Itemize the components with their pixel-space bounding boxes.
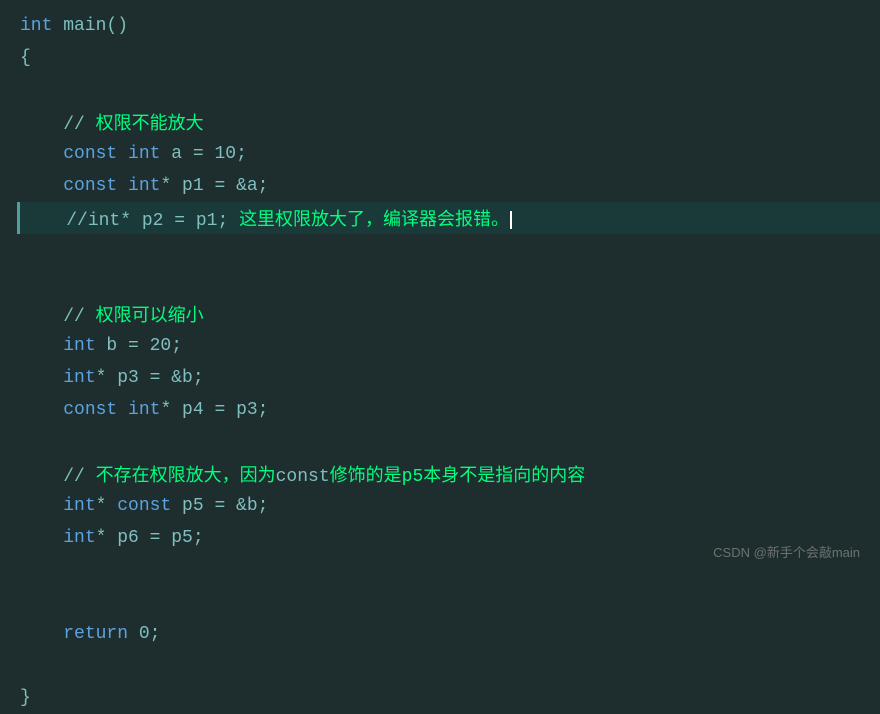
code-line-5: const int a = 10; <box>20 138 880 170</box>
code-line-15: // 不存在权限放大，因为const修饰的是p5本身不是指向的内容 <box>20 458 880 490</box>
code-token-comment-sym: // <box>63 307 95 327</box>
watermark: CSDN @新手个会敲main <box>713 542 860 561</box>
code-token-kw: int <box>128 400 160 420</box>
line-content-5: const int a = 10; <box>20 144 247 164</box>
code-token-plain: * <box>96 496 118 516</box>
code-line-4: // 权限不能放大 <box>20 106 880 138</box>
code-token-plain: * p6 = p5; <box>96 528 204 548</box>
line-content-12: int* p3 = &b; <box>20 368 204 388</box>
code-token-plain: * p3 = &b; <box>96 368 204 388</box>
code-token-kw: int <box>63 528 95 548</box>
code-token-plain: int* p2 = p1; <box>88 211 239 231</box>
code-token-plain: b = 20; <box>96 336 182 356</box>
code-line-10: // 权限可以缩小 <box>20 298 880 330</box>
code-token-plain <box>20 400 63 420</box>
code-token-plain: * p1 = &a; <box>160 176 268 196</box>
line-content-16: int* const p5 = &b; <box>20 496 268 516</box>
code-token-plain <box>117 400 128 420</box>
code-token-plain <box>20 496 63 516</box>
code-editor: int main(){ // 权限不能放大 const int a = 10; … <box>0 0 880 573</box>
code-line-11: int b = 20; <box>20 330 880 362</box>
code-line-12: int* p3 = &b; <box>20 362 880 394</box>
code-token-comment-text: 权限可以缩小 <box>96 307 204 327</box>
code-token-plain <box>20 144 63 164</box>
code-token-plain: p5 = &b; <box>171 496 268 516</box>
code-line-19 <box>20 586 880 618</box>
line-content-13: const int* p4 = p3; <box>20 400 268 420</box>
code-token-comment-sym: // <box>63 467 95 487</box>
code-token-plain: 0; <box>128 624 160 644</box>
code-lines: int main(){ // 权限不能放大 const int a = 10; … <box>20 10 880 714</box>
code-token-kw: int <box>128 176 160 196</box>
code-line-20: return 0; <box>20 618 880 650</box>
line-content-20: return 0; <box>20 624 160 644</box>
code-token-kw: const <box>63 176 117 196</box>
code-line-2: { <box>20 42 880 74</box>
code-token-comment-text: 这里权限放大了，编译器会报错。 <box>239 211 509 231</box>
code-token-plain: * p4 = p3; <box>160 400 268 420</box>
code-line-21 <box>20 650 880 682</box>
code-token-kw: const <box>117 496 171 516</box>
text-cursor <box>510 211 512 229</box>
code-token-plain <box>20 528 63 548</box>
code-token-plain: { <box>20 48 31 68</box>
code-token-plain <box>20 115 63 135</box>
code-line-6: const int* p1 = &a; <box>20 170 880 202</box>
code-token-kw: int <box>128 144 160 164</box>
line-content-1: int main() <box>20 16 128 36</box>
line-content-4: // 权限不能放大 <box>20 109 204 135</box>
code-token-kw: const <box>63 400 117 420</box>
line-content-22: } <box>20 688 31 708</box>
line-content-10: // 权限可以缩小 <box>20 301 204 327</box>
line-content-6: const int* p1 = &a; <box>20 176 268 196</box>
line-content-15: // 不存在权限放大，因为const修饰的是p5本身不是指向的内容 <box>20 461 585 487</box>
code-line-14 <box>20 426 880 458</box>
code-token-plain: const <box>276 467 330 487</box>
code-token-plain: main() <box>52 16 128 36</box>
code-token-plain <box>117 144 128 164</box>
code-line-13: const int* p4 = p3; <box>20 394 880 426</box>
code-token-plain <box>20 336 63 356</box>
code-line-9 <box>20 266 880 298</box>
code-token-plain <box>20 624 63 644</box>
code-token-kw: int <box>63 368 95 388</box>
code-token-kw: return <box>63 624 128 644</box>
code-token-comment-sym: // <box>66 211 88 231</box>
line-content-17: int* p6 = p5; <box>20 528 204 548</box>
code-token-comment-text: 修饰的是p5本身不是指向的内容 <box>330 467 586 487</box>
code-token-kw: int <box>20 16 52 36</box>
code-token-plain <box>20 467 63 487</box>
code-token-kw: const <box>63 144 117 164</box>
code-line-3 <box>20 74 880 106</box>
code-token-plain: a = 10; <box>160 144 246 164</box>
code-token-plain <box>23 211 66 231</box>
code-line-1: int main() <box>20 10 880 42</box>
code-line-16: int* const p5 = &b; <box>20 490 880 522</box>
code-token-kw: int <box>63 496 95 516</box>
code-token-comment-sym: // <box>63 115 95 135</box>
code-line-8 <box>20 234 880 266</box>
code-token-comment-text: 权限不能放大 <box>96 115 204 135</box>
code-token-plain <box>20 176 63 196</box>
code-token-plain <box>117 176 128 196</box>
code-token-kw: int <box>63 336 95 356</box>
code-line-22: } <box>20 682 880 714</box>
code-token-comment-text: 不存在权限放大，因为 <box>96 467 276 487</box>
code-line-7: //int* p2 = p1; 这里权限放大了，编译器会报错。 <box>17 202 880 234</box>
line-content-2: { <box>20 48 31 68</box>
code-token-plain <box>20 307 63 327</box>
line-content-11: int b = 20; <box>20 336 182 356</box>
line-content-7: //int* p2 = p1; 这里权限放大了，编译器会报错。 <box>23 205 512 231</box>
code-token-plain <box>20 368 63 388</box>
code-token-plain: } <box>20 688 31 708</box>
